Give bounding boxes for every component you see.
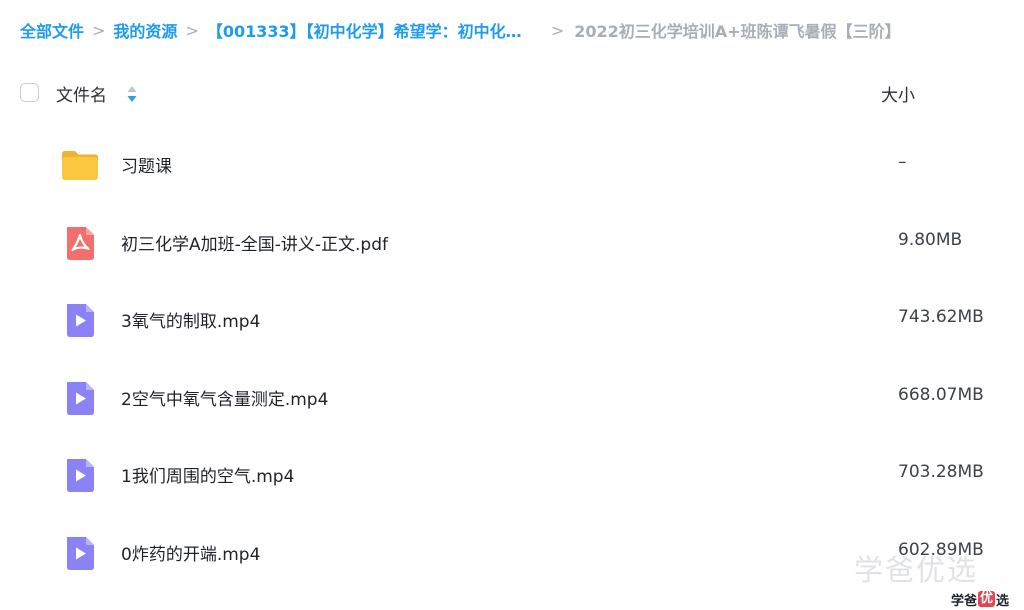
- video-icon: [67, 381, 94, 415]
- file-size: –: [898, 152, 907, 172]
- brand-logo-mid: 优: [978, 591, 996, 607]
- breadcrumb-current-folder: 2022初三化学培训A+班陈谭飞暑假【三阶】: [574, 22, 901, 41]
- breadcrumb-separator: >: [185, 20, 199, 40]
- breadcrumb-my-resources[interactable]: 我的资源: [113, 18, 177, 42]
- breadcrumb-course-folder[interactable]: 【001333】【初中化学】希望学：初中化学培训A+班陈谭飞暑假班: [207, 18, 525, 42]
- column-header-name[interactable]: 文件名: [56, 81, 107, 106]
- file-name[interactable]: 0炸药的开端.mp4: [121, 540, 260, 565]
- file-name[interactable]: 2空气中氧气含量测定.mp4: [121, 385, 328, 410]
- file-size: 602.89MB: [898, 539, 984, 560]
- file-name[interactable]: 3氧气的制取.mp4: [121, 307, 260, 332]
- breadcrumb-all-files[interactable]: 全部文件: [20, 18, 84, 42]
- breadcrumb-separator: >: [550, 20, 565, 40]
- breadcrumb: 全部文件 > 我的资源 > 【001333】【初中化学】希望学：初中化学培训A+…: [20, 18, 1020, 42]
- file-size: 743.62MB: [898, 307, 984, 327]
- pdf-icon: [67, 226, 94, 260]
- file-name[interactable]: 初三化学A加班-全国-讲义-正文.pdf: [121, 230, 388, 255]
- file-size: 9.80MB: [898, 229, 963, 250]
- video-icon: [67, 536, 94, 570]
- file-row[interactable]: 习题课 –: [0, 125, 1024, 203]
- file-size: 703.28MB: [898, 462, 984, 482]
- file-name[interactable]: 1我们周围的空气.mp4: [121, 462, 294, 487]
- file-size: 668.07MB: [898, 384, 984, 405]
- file-row[interactable]: 0炸药的开端.mp4 602.89MB: [0, 513, 1024, 591]
- video-icon: [67, 304, 94, 337]
- file-row[interactable]: 2空气中氧气含量测定.mp4 668.07MB: [0, 358, 1024, 436]
- file-row[interactable]: 初三化学A加班-全国-讲义-正文.pdf 9.80MB: [0, 203, 1024, 281]
- brand-logo: 学爸 优 选: [951, 590, 1010, 609]
- file-name[interactable]: 习题课: [121, 152, 172, 177]
- file-list: 习题课 – 初三化学A加班-全国-讲义-正文.pdf 9.80MB 3氧气的制取…: [0, 125, 1024, 590]
- file-row[interactable]: 3氧气的制取.mp4 743.62MB: [0, 280, 1024, 358]
- brand-logo-right: 选: [996, 593, 1010, 609]
- column-header-size[interactable]: 大小: [881, 81, 915, 106]
- brand-logo-left: 学爸: [951, 593, 978, 609]
- sort-icon[interactable]: [126, 84, 138, 104]
- file-list-header: 文件名 大小: [0, 74, 1024, 112]
- video-icon: [67, 459, 94, 492]
- file-row[interactable]: 1我们周围的空气.mp4 703.28MB: [0, 435, 1024, 513]
- select-all-checkbox[interactable]: [20, 83, 39, 102]
- breadcrumb-separator: >: [92, 20, 106, 40]
- folder-icon: [62, 151, 98, 180]
